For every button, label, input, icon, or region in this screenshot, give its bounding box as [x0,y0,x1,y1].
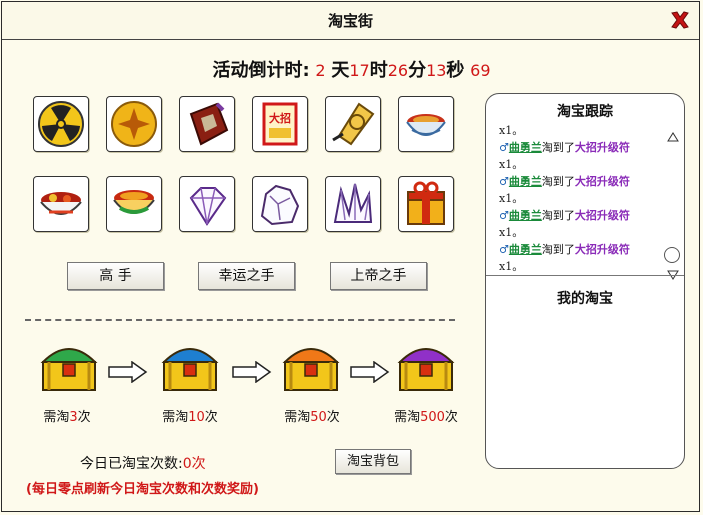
tracking-title: 淘宝跟踪 [557,104,613,120]
fruit-bowl-icon[interactable] [33,176,89,232]
my-treasure-title: 我的淘宝 [557,291,613,307]
log-line: x1。 [499,260,524,273]
treasure-bag-button[interactable]: 淘宝背包 [335,449,411,474]
scroll-down-icon[interactable] [667,265,679,280]
arrow-icon [350,360,390,384]
reward-chest-2[interactable] [160,340,220,392]
log-entry: ♂曲勇兰淘到了大招升级符 [499,243,630,256]
log-line: x1。 [499,226,524,239]
countdown-hours-unit: 时 [369,60,388,81]
close-icon[interactable] [669,9,691,31]
crystal-ore-icon[interactable] [252,176,308,232]
today-count: 今日已淘宝次数:0次 [80,456,206,472]
log-line: x1。 [499,192,524,205]
countdown-days-unit: 天 [331,60,350,81]
soup-bowl-icon[interactable] [398,96,454,152]
reward-chest-4[interactable] [396,340,456,392]
log-entry: ♂曲勇兰淘到了大招升级符 [499,175,630,188]
chest-requirement-3: 需淘50次 [284,410,340,425]
red-soup-bowl-icon[interactable] [106,176,162,232]
scrollbar-thumb[interactable] [664,247,680,263]
panel-divider [486,275,684,276]
daily-reset-notice: (每日零点刷新今日淘宝次数和次数奖励) [26,482,259,497]
big-move-text: 大招 [269,111,291,125]
countdown-label: 活动倒计时: [212,60,310,81]
chest-requirement-4: 需淘500次 [394,410,458,425]
chest-requirement-2: 需淘10次 [162,410,218,425]
log-line: x1。 [499,158,524,171]
countdown-minutes: 26 [387,61,409,80]
expert-button[interactable]: 高 手 [67,262,164,290]
countdown-minutes-unit: 分 [408,60,427,81]
big-move-scroll-icon[interactable]: 大招 [252,96,308,152]
countdown-extra: 69 [470,61,491,80]
tracking-log: x1。 ♂曲勇兰淘到了大招升级符 x1。 ♂曲勇兰淘到了大招升级符 x1。 ♂曲… [499,122,669,367]
player-name-link[interactable]: 曲勇兰 [509,243,542,256]
god-hand-button[interactable]: 上帝之手 [330,262,427,290]
gold-star-coin-icon[interactable] [106,96,162,152]
log-line: x1。 [499,124,524,137]
lucky-hand-button[interactable]: 幸运之手 [198,262,295,290]
reward-chest-1[interactable] [39,340,99,392]
reward-chest-3[interactable] [281,340,341,392]
countdown-seconds: 13 [426,61,447,80]
red-talisman-bag-icon[interactable] [179,96,235,152]
player-name-link[interactable]: 曲勇兰 [509,175,542,188]
arrow-icon [232,360,272,384]
countdown-days: 2 [315,61,326,80]
crystal-diamond-icon[interactable] [179,176,235,232]
window-title: 淘宝街 [327,12,373,30]
tracking-panel: 淘宝跟踪 x1。 ♂曲勇兰淘到了大招升级符 x1。 ♂曲勇兰淘到了大招升级符 x… [485,93,685,469]
gift-box-icon[interactable] [398,176,454,232]
player-name-link[interactable]: 曲勇兰 [509,141,542,154]
title-bar: 淘宝街 [2,2,699,40]
arrow-icon [108,360,148,384]
countdown-seconds-unit: 秒 [446,60,465,81]
countdown: 活动倒计时: 2 天17时26分13秒 69 [0,56,703,82]
log-entry: ♂曲勇兰淘到了大招升级符 [499,141,630,154]
chest-requirement-1: 需淘3次 [43,410,91,425]
section-divider [25,319,455,321]
gold-badge-icon[interactable] [325,96,381,152]
log-entry: ♂曲勇兰淘到了大招升级符 [499,209,630,222]
countdown-hours: 17 [349,61,370,80]
player-name-link[interactable]: 曲勇兰 [509,209,542,222]
crystal-cluster-icon[interactable] [325,176,381,232]
scroll-up-icon[interactable] [667,127,679,142]
radiation-token-icon[interactable] [33,96,89,152]
